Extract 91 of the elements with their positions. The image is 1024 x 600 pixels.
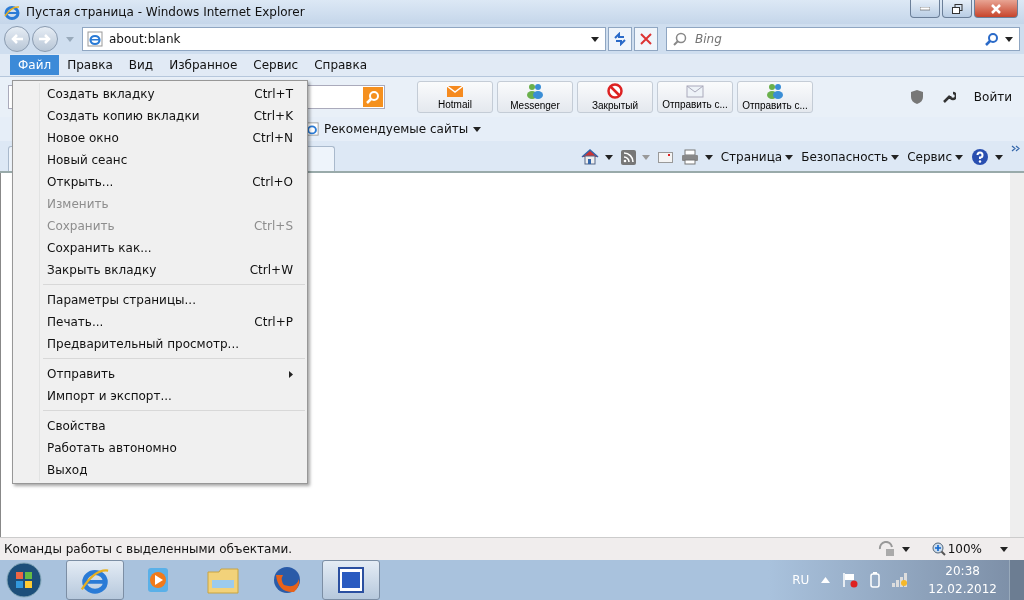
forward-button[interactable] [32, 26, 58, 52]
browser-logo-icon [4, 4, 20, 20]
printer-icon[interactable] [680, 149, 699, 165]
left-arrow-icon [10, 33, 24, 45]
minimize-icon [920, 6, 930, 11]
command-menu[interactable]: Страница [720, 150, 794, 164]
command-menu[interactable]: Безопасность [801, 150, 900, 164]
search-icon [366, 90, 380, 104]
globe-icon [272, 565, 302, 595]
people-icon [525, 83, 545, 99]
toolbar-button[interactable]: Отправить с... [657, 81, 733, 113]
toolbar-button[interactable]: Отправить с... [737, 81, 813, 113]
menu-item[interactable]: Файл [10, 55, 60, 75]
menu-item[interactable]: Предварительный просмотр... [13, 333, 307, 355]
menu-item[interactable]: Выход [13, 459, 307, 481]
restore-button[interactable] [942, 0, 972, 18]
toolbar-button[interactable]: Hotmail [417, 81, 493, 113]
caret-icon[interactable] [1005, 36, 1013, 42]
status-text: Команды работы с выделенными объектами. [4, 542, 294, 556]
submenu-arrow-icon [289, 370, 293, 378]
menu-item[interactable]: Сервис [245, 55, 307, 75]
lock-icon[interactable] [877, 541, 896, 557]
refresh-icon [613, 32, 627, 46]
zoom-control[interactable]: 100% [931, 542, 982, 556]
toolbar-button[interactable]: Закрытый [577, 81, 653, 113]
caret-icon[interactable] [604, 154, 613, 160]
envelope-icon [686, 84, 704, 98]
menu-item[interactable]: Отправить [13, 363, 307, 385]
right-arrow-icon [38, 33, 52, 45]
menu-item[interactable]: Закрыть вкладку Ctrl+W [13, 259, 307, 281]
menu-item[interactable]: Импорт и экспорт... [13, 385, 307, 407]
toolbar-button[interactable]: Messenger [497, 81, 573, 113]
menu-item[interactable]: Новое окно Ctrl+N [13, 127, 307, 149]
address-field[interactable]: about:blank [82, 27, 606, 51]
menu-item[interactable]: Справка [306, 55, 376, 75]
caret-icon[interactable] [704, 154, 713, 160]
menu-item[interactable]: Сохранить как... [13, 237, 307, 259]
shield-icon[interactable] [909, 89, 924, 105]
chevron-icon[interactable] [1011, 145, 1020, 152]
menu-item[interactable]: Печать... Ctrl+P [13, 311, 307, 333]
clock-date: 12.02.2012 [928, 581, 997, 598]
menu-item[interactable]: Создать вкладку Ctrl+T [13, 83, 307, 105]
menu-item[interactable]: Новый сеанс [13, 149, 307, 171]
feed-icon[interactable] [620, 149, 636, 165]
menu-item[interactable]: Правка [59, 55, 121, 75]
caret-icon[interactable] [1000, 546, 1008, 552]
menu-item[interactable]: Параметры страницы... [13, 289, 307, 311]
menu-item[interactable]: Открыть... Ctrl+O [13, 171, 307, 193]
restore-icon [951, 3, 963, 14]
prohibited-icon [607, 83, 623, 99]
battery-icon[interactable] [870, 572, 881, 588]
search-icon [673, 32, 687, 46]
search-field[interactable]: Bing [666, 27, 1020, 51]
menu-item[interactable]: Избранное [161, 55, 246, 75]
caret-icon[interactable] [995, 154, 1003, 160]
menu-item[interactable]: Свойства [13, 415, 307, 437]
search-icon[interactable] [985, 32, 999, 46]
caret-icon [955, 154, 963, 160]
mail-icon[interactable] [657, 151, 673, 163]
menu-item[interactable]: Работать автономно [13, 437, 307, 459]
window-title: Пустая страница - Windows Internet Explorer [26, 5, 305, 19]
refresh-button[interactable] [608, 27, 632, 51]
command-menu[interactable]: Сервис [907, 150, 963, 164]
help-icon[interactable] [971, 148, 989, 166]
sign-in-link[interactable]: Войти [973, 90, 1012, 104]
back-button[interactable] [4, 26, 30, 52]
zoom-icon [931, 542, 946, 556]
document-icon [338, 567, 364, 593]
search-input[interactable]: Bing [693, 31, 979, 47]
caret-icon [785, 154, 794, 160]
taskbar-app[interactable] [322, 560, 380, 600]
menu-item[interactable]: Создать копию вкладки Ctrl+K [13, 105, 307, 127]
menu-item[interactable]: Вид [120, 55, 162, 75]
search-button[interactable] [363, 87, 383, 107]
taskbar-app[interactable] [66, 560, 124, 600]
flag-icon[interactable] [842, 572, 859, 588]
caret-icon [591, 36, 599, 42]
folder-icon [207, 566, 239, 594]
page-icon [87, 31, 103, 47]
close-button[interactable] [974, 0, 1018, 18]
close-icon [991, 3, 1001, 14]
caret-icon [473, 126, 482, 132]
caret-icon[interactable] [901, 546, 910, 552]
people-icon [765, 83, 785, 99]
start-button[interactable] [6, 562, 42, 598]
close-icon [640, 33, 652, 45]
caret-icon [891, 154, 900, 160]
home-icon[interactable] [580, 149, 599, 165]
stop-button[interactable] [634, 27, 658, 51]
envelope-icon [446, 84, 464, 98]
clock-time: 20:38 [945, 563, 980, 580]
